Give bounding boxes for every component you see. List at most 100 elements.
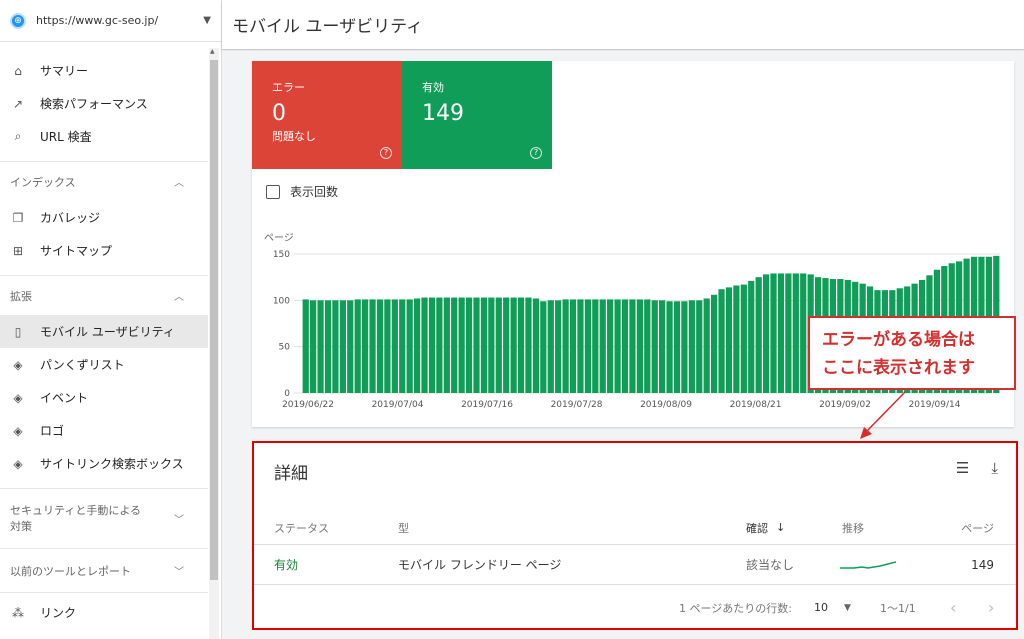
x-tick-label: 2019/08/21 bbox=[730, 400, 782, 410]
nav-list: ⌂ サマリー ↗ 検索パフォーマンス ⌕ URL 検査 インデックス ︿ ❐ カバレッジ … bbox=[0, 42, 208, 639]
error-tile[interactable]: エラー 0 問題なし ? bbox=[252, 61, 402, 169]
bar bbox=[569, 299, 577, 393]
scroll-up-icon[interactable]: ▲ bbox=[210, 48, 215, 55]
bar bbox=[436, 297, 443, 393]
chevron-up-icon: ︿ bbox=[174, 292, 184, 303]
nav-item-links[interactable]: ⁂ リンク bbox=[0, 592, 208, 632]
bar bbox=[785, 273, 792, 393]
section-enhancements[interactable]: 拡張 ︿ bbox=[0, 275, 208, 315]
col-pages[interactable]: ページ bbox=[961, 511, 994, 544]
chevron-down-icon: ﹀ bbox=[174, 515, 184, 526]
y-tick-label: 0 bbox=[284, 389, 290, 399]
col-type[interactable]: 型 bbox=[398, 511, 409, 544]
nav-item-breadcrumbs[interactable]: ◈ パンくずリスト bbox=[0, 348, 208, 381]
col-confirm[interactable]: 確認 ↓ bbox=[746, 511, 785, 544]
error-label: エラー bbox=[272, 81, 305, 94]
section-title: セキュリティと手動による対策 bbox=[10, 503, 142, 533]
bar bbox=[584, 299, 591, 393]
bar bbox=[458, 297, 465, 393]
trend-sparkline bbox=[840, 545, 896, 584]
next-page-icon[interactable]: › bbox=[988, 585, 994, 630]
x-tick-label: 2019/07/28 bbox=[551, 400, 603, 410]
sidebar: ⊕ https://www.gc-seo.jp/ ▼ ⌂ サマリー ↗ 検索パフォー… bbox=[0, 0, 222, 639]
checkbox-box[interactable] bbox=[266, 184, 280, 199]
x-tick-label: 2019/07/04 bbox=[372, 400, 424, 410]
prev-page-icon[interactable]: ‹ bbox=[950, 585, 956, 630]
section-security[interactable]: セキュリティと手動による対策 ﹀ bbox=[0, 488, 208, 548]
bar bbox=[399, 299, 406, 393]
col-status[interactable]: ステータス bbox=[274, 511, 329, 544]
bar bbox=[495, 297, 502, 393]
bar bbox=[480, 297, 488, 393]
links-icon: ⁂ bbox=[12, 605, 24, 620]
layers-icon: ◈ bbox=[13, 390, 23, 405]
bar bbox=[599, 299, 606, 393]
error-sub: 問題なし bbox=[272, 130, 316, 143]
scrollbar-thumb[interactable] bbox=[210, 60, 218, 580]
nav-item-url-inspection[interactable]: ⌕ URL 検査 bbox=[0, 120, 208, 153]
filter-icon[interactable]: ☰ bbox=[956, 459, 969, 477]
bar bbox=[339, 300, 346, 393]
bar bbox=[688, 300, 695, 393]
bar bbox=[592, 299, 599, 393]
layers-icon: ◈ bbox=[13, 423, 23, 438]
bar bbox=[777, 273, 785, 393]
bar bbox=[555, 300, 562, 393]
col-trend[interactable]: 推移 bbox=[842, 511, 864, 544]
y-tick-label: 50 bbox=[279, 343, 291, 353]
bar bbox=[666, 301, 673, 393]
nav-label: URL 検査 bbox=[40, 130, 92, 144]
bar bbox=[428, 297, 436, 393]
sidebar-scrollbar[interactable]: ▲ bbox=[209, 48, 219, 639]
bar bbox=[748, 280, 755, 393]
layers-icon: ◈ bbox=[13, 357, 23, 372]
bar bbox=[354, 299, 361, 393]
bar bbox=[644, 299, 651, 393]
nav-item-sitelinks-searchbox[interactable]: ◈ サイトリンク検索ボックス bbox=[0, 447, 208, 480]
download-icon[interactable]: ⤓ bbox=[991, 459, 998, 477]
caret-down-icon: ▼ bbox=[844, 602, 851, 613]
bar bbox=[317, 300, 324, 393]
table-row[interactable]: 有効 モバイル フレンドリー ページ 該当なし 149 bbox=[254, 545, 1016, 585]
arrow-down-icon: ↓ bbox=[776, 521, 786, 534]
phone-icon: ▯ bbox=[14, 324, 22, 339]
impressions-checkbox[interactable]: 表示回数 bbox=[266, 183, 338, 200]
valid-tile[interactable]: 有効 149 ? bbox=[402, 61, 552, 169]
nav-label: パンくずリスト bbox=[40, 358, 125, 372]
bar bbox=[413, 298, 421, 393]
nav-item-coverage[interactable]: ❐ カバレッジ bbox=[0, 201, 208, 234]
callout-line2: ここに表示されます bbox=[822, 358, 975, 378]
nav-item-logo[interactable]: ◈ ロゴ bbox=[0, 414, 208, 447]
bar bbox=[636, 299, 643, 393]
chevron-up-icon: ︿ bbox=[174, 178, 184, 189]
bar bbox=[762, 274, 770, 393]
property-selector[interactable]: ⊕ https://www.gc-seo.jp/ ▼ bbox=[0, 0, 221, 42]
section-index[interactable]: インデックス ︿ bbox=[0, 161, 208, 201]
x-tick-label: 2019/09/14 bbox=[909, 400, 961, 410]
nav-item-events[interactable]: ◈ イベント bbox=[0, 381, 208, 414]
bar bbox=[703, 298, 710, 393]
y-axis-label: ページ bbox=[264, 233, 294, 244]
nav-item-summary[interactable]: ⌂ サマリー bbox=[0, 54, 208, 87]
nav-item-sitemap[interactable]: ⊞ サイトマップ bbox=[0, 234, 208, 267]
property-url: https://www.gc-seo.jp/ bbox=[36, 14, 159, 27]
help-icon[interactable]: ? bbox=[380, 147, 392, 159]
bar bbox=[651, 300, 658, 393]
pagination: 1 ページあたりの行数: 10 ▼ 1〜1/1 ‹ › bbox=[254, 585, 1016, 630]
bar bbox=[532, 298, 540, 393]
help-icon[interactable]: ? bbox=[530, 147, 542, 159]
nav-label: サイトリンク検索ボックス bbox=[40, 457, 184, 471]
bar bbox=[406, 299, 413, 393]
nav-item-mobile-usability[interactable]: ▯ モバイル ユーザビリティ bbox=[0, 315, 208, 348]
bar bbox=[443, 297, 450, 393]
home-icon: ⌂ bbox=[14, 63, 22, 78]
rows-per-page-value: 10 bbox=[814, 601, 828, 614]
page-header: モバイル ユーザビリティ bbox=[222, 0, 1024, 50]
bar bbox=[369, 299, 376, 393]
rows-per-page-select[interactable]: 10 ▼ bbox=[814, 585, 851, 630]
nav-label: サイトマップ bbox=[40, 244, 113, 258]
caret-down-icon[interactable]: ▼ bbox=[203, 15, 211, 26]
nav-item-performance[interactable]: ↗ 検索パフォーマンス bbox=[0, 87, 208, 120]
section-legacy-tools[interactable]: 以前のツールとレポート ﹀ bbox=[0, 548, 208, 592]
section-title: 拡張 bbox=[10, 289, 32, 303]
